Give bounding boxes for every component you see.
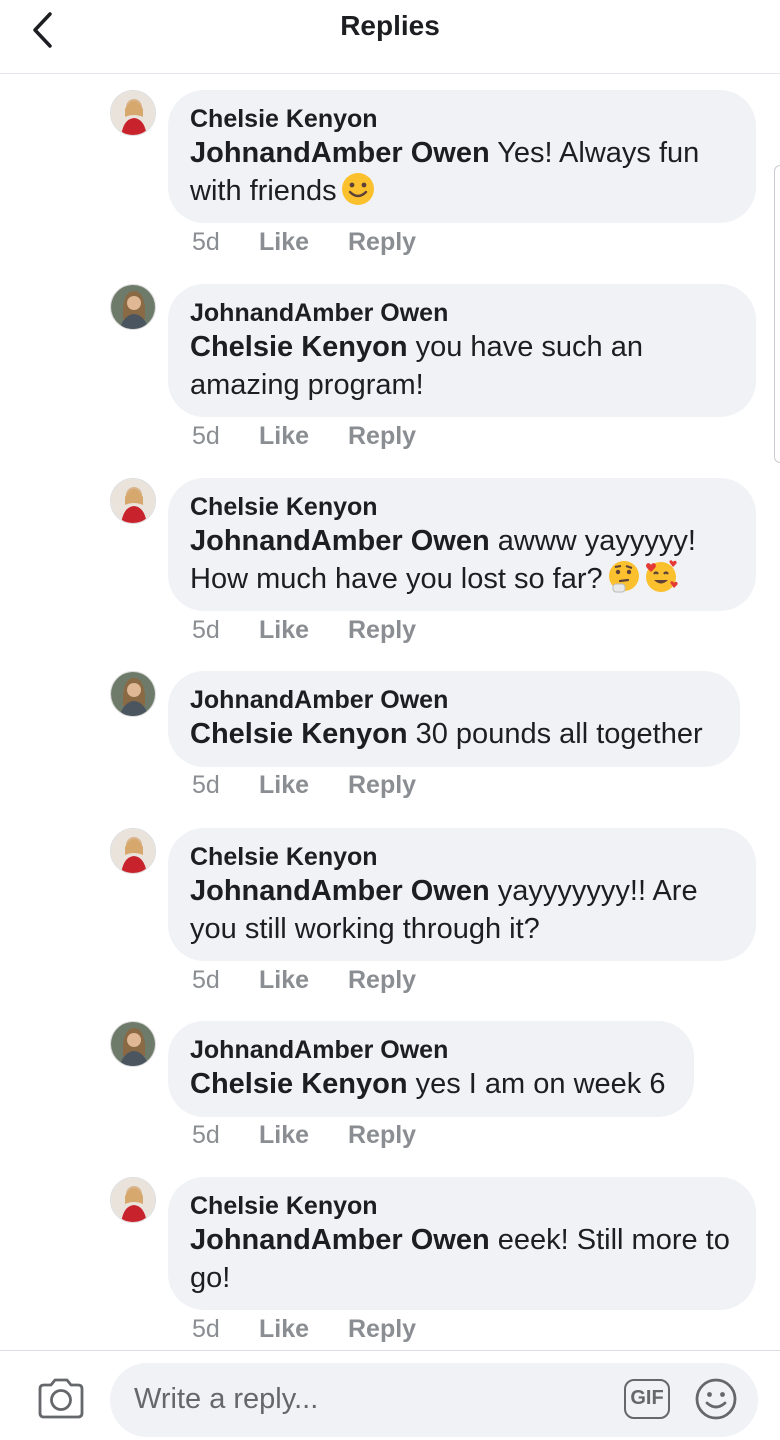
comment-bubble[interactable]: Chelsie Kenyon JohnandAmber Owen Yes! Al… [168, 90, 756, 223]
comment-age[interactable]: 5d [192, 771, 259, 800]
avatar-chelsie-kenyon[interactable] [110, 90, 156, 136]
comment-text: JohnandAmber Owen awww yayyyyy! How much … [190, 522, 734, 604]
comment-bubble[interactable]: Chelsie Kenyon JohnandAmber Owen eeek! S… [168, 1177, 756, 1310]
comment-actions: 5d Like Reply [192, 966, 416, 995]
comment-age[interactable]: 5d [192, 1315, 259, 1344]
comment-age[interactable]: 5d [192, 966, 259, 995]
like-button[interactable]: Like [259, 616, 348, 645]
like-button[interactable]: Like [259, 228, 348, 257]
comment-bubble[interactable]: Chelsie Kenyon JohnandAmber Owen awww ya… [168, 478, 756, 611]
avatar-johnandamber-owen[interactable] [110, 284, 156, 330]
reply-button[interactable]: Reply [348, 966, 416, 995]
comment-text: JohnandAmber Owen Yes! Always fun with fr… [190, 134, 734, 216]
comment-actions: 5d Like Reply [192, 616, 416, 645]
like-button[interactable]: Like [259, 1121, 348, 1150]
like-button[interactable]: Like [259, 1315, 348, 1344]
comment-author[interactable]: JohnandAmber Owen [190, 1035, 672, 1065]
mention-link[interactable]: JohnandAmber Owen [190, 137, 490, 169]
comment-age[interactable]: 5d [192, 228, 259, 257]
avatar-chelsie-kenyon[interactable] [110, 828, 156, 874]
comment-author[interactable]: JohnandAmber Owen [190, 685, 718, 715]
like-button[interactable]: Like [259, 771, 348, 800]
reply-button[interactable]: Reply [348, 228, 416, 257]
avatar-chelsie-kenyon[interactable] [110, 1177, 156, 1223]
avatar-johnandamber-owen[interactable] [110, 1021, 156, 1067]
comment-author[interactable]: Chelsie Kenyon [190, 842, 734, 872]
like-button[interactable]: Like [259, 966, 348, 995]
reply-button[interactable]: Reply [348, 616, 416, 645]
reply-button[interactable]: Reply [348, 1315, 416, 1344]
comment-author[interactable]: Chelsie Kenyon [190, 104, 734, 134]
comment-actions: 5d Like Reply [192, 1315, 416, 1344]
reply-button[interactable]: Reply [348, 771, 416, 800]
comment-author[interactable]: Chelsie Kenyon [190, 1191, 734, 1221]
mention-link[interactable]: JohnandAmber Owen [190, 525, 490, 557]
comment-author[interactable]: Chelsie Kenyon [190, 492, 734, 522]
comment-actions: 5d Like Reply [192, 1121, 416, 1150]
reply-input-placeholder[interactable]: Write a reply... [134, 1383, 318, 1416]
reply-input-field[interactable]: Write a reply... GIF [110, 1363, 758, 1437]
comment-text: Chelsie Kenyon 30 pounds all together [190, 718, 703, 750]
comment-text: JohnandAmber Owen yayyyyyyy!! Are you sti… [190, 875, 698, 945]
like-button[interactable]: Like [259, 422, 348, 451]
reply-button[interactable]: Reply [348, 1121, 416, 1150]
comment-text: JohnandAmber Owen eeek! Still more to go! [190, 1224, 730, 1294]
gif-button[interactable]: GIF [624, 1379, 670, 1419]
comment-author[interactable]: JohnandAmber Owen [190, 298, 734, 328]
mention-link[interactable]: Chelsie Kenyon [190, 1068, 408, 1100]
comment-age[interactable]: 5d [192, 422, 259, 451]
reply-button[interactable]: Reply [348, 422, 416, 451]
comment-bubble[interactable]: JohnandAmber Owen Chelsie Kenyon 30 poun… [168, 671, 740, 767]
slightly-smiling-face-emoji [341, 172, 375, 216]
reply-composer: Write a reply... GIF [0, 1350, 780, 1440]
mention-link[interactable]: Chelsie Kenyon [190, 718, 408, 750]
page-title: Replies [340, 10, 440, 41]
comment-bubble[interactable]: JohnandAmber Owen Chelsie Kenyon yes I a… [168, 1021, 694, 1117]
smiley-icon [695, 1378, 737, 1420]
comment-age[interactable]: 5d [192, 616, 259, 645]
comment-bubble[interactable]: Chelsie Kenyon JohnandAmber Owen yayyyyy… [168, 828, 756, 961]
top-bar: Replies [0, 0, 780, 74]
comment-text: Chelsie Kenyon yes I am on week 6 [190, 1068, 666, 1100]
avatar-johnandamber-owen[interactable] [110, 671, 156, 717]
comment-text: Chelsie Kenyon you have such an amazing p… [190, 331, 643, 401]
camera-icon [38, 1378, 84, 1419]
mention-link[interactable]: JohnandAmber Owen [190, 875, 490, 907]
comment-actions: 5d Like Reply [192, 228, 416, 257]
comment-age[interactable]: 5d [192, 1121, 259, 1150]
thinking-face-emoji [607, 560, 641, 604]
camera-button[interactable] [36, 1377, 86, 1421]
emoji-picker-button[interactable] [694, 1377, 738, 1421]
mention-link[interactable]: Chelsie Kenyon [190, 331, 408, 363]
smiling-face-with-hearts-emoji [643, 560, 679, 604]
comment-bubble[interactable]: JohnandAmber Owen Chelsie Kenyon you hav… [168, 284, 756, 417]
comment-actions: 5d Like Reply [192, 771, 416, 800]
replies-thread: Chelsie Kenyon JohnandAmber Owen Yes! Al… [0, 74, 780, 1350]
comment-actions: 5d Like Reply [192, 422, 416, 451]
mention-link[interactable]: JohnandAmber Owen [190, 1224, 490, 1256]
avatar-chelsie-kenyon[interactable] [110, 478, 156, 524]
